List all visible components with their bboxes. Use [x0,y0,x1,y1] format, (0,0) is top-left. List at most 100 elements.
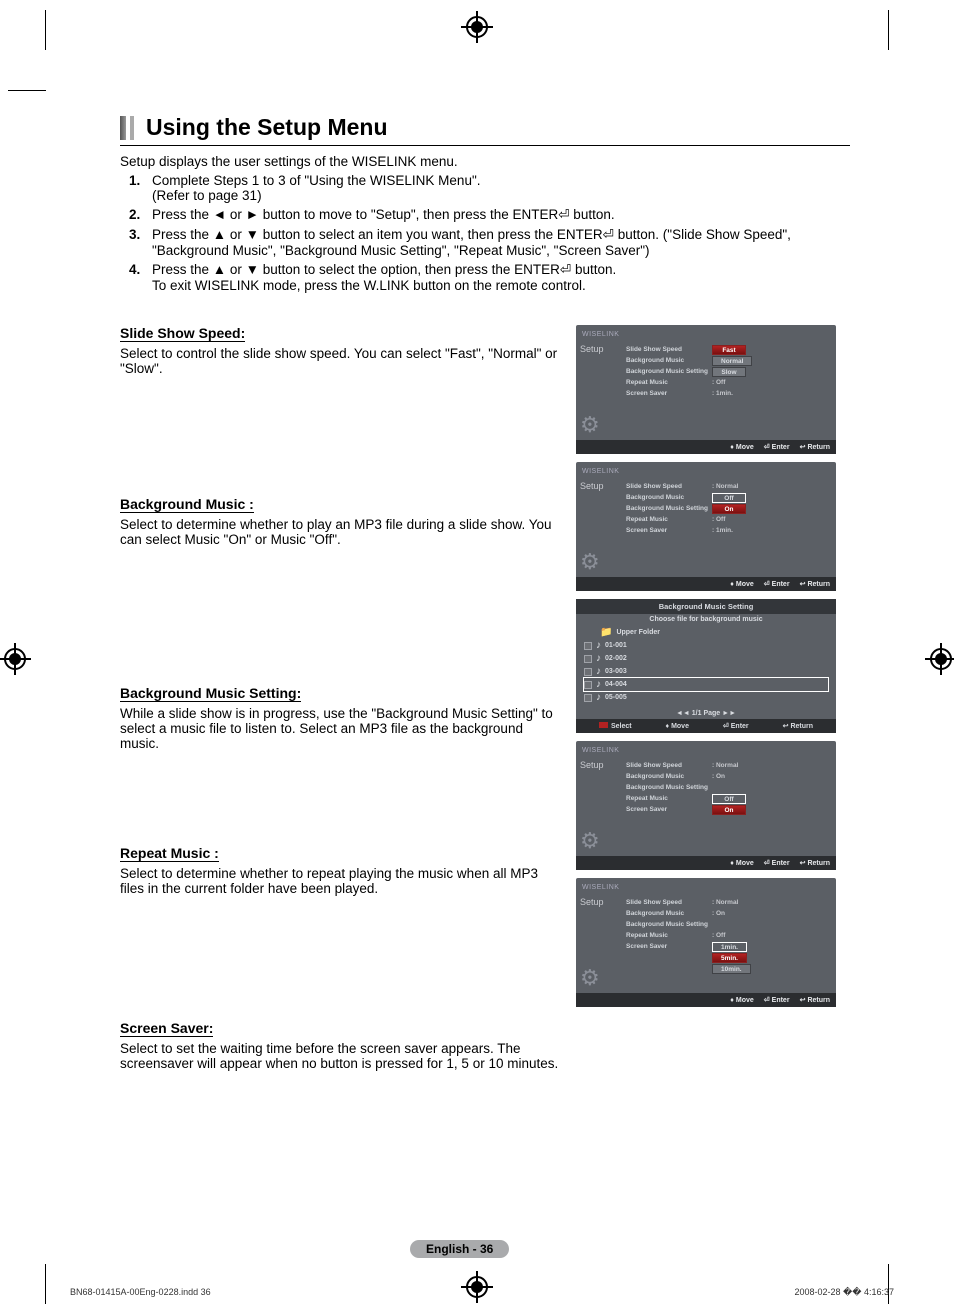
option-fast: Fast [712,345,746,355]
return-icon: ↩ [800,996,806,1004]
bgm-file-row-selected: ♪04-004 [584,678,828,691]
gear-icon: ⚙ [580,551,618,573]
updown-icon: ♦ [730,581,734,588]
option-10min: 10min. [712,964,751,974]
gear-icon: ⚙ [580,967,618,989]
foot-move: ♦Move [730,443,753,451]
folder-icon: 📁 [600,627,612,638]
menu-label: Repeat Music [626,379,708,386]
option-slow: Slow [712,367,746,377]
registration-mark-icon [466,16,488,38]
foot-move: ♦Move [730,580,753,588]
subsection-body: Select to set the waiting time before th… [120,1041,560,1071]
subsection-body: While a slide show is in progress, use t… [120,706,560,751]
menu-label: Background Music Setting [626,368,708,375]
menu-label: Screen Saver [626,806,708,813]
option-1min: 1min. [712,942,747,952]
menu-label: Background Music [626,773,708,780]
step-text: Complete Steps 1 to 3 of "Using the WISE… [152,173,481,188]
bgm-title: Background Music Setting [576,599,836,614]
tv-screenshot-bgm-setting: Background Music Setting Choose file for… [576,599,836,733]
enter-icon: ⏎ [764,443,770,451]
foot-enter: ⏎Enter [723,722,749,730]
subsection-body: Select to determine whether to play an M… [120,517,560,547]
menu-value: : On [712,773,725,780]
enter-icon: ⏎ [764,580,770,588]
step-item: Complete Steps 1 to 3 of "Using the WISE… [144,173,850,203]
side-setup-label: Setup [580,897,618,907]
menu-label: Repeat Music [626,795,708,802]
option-normal: Normal [712,356,752,366]
bgm-subtitle: Choose file for background music [576,614,836,626]
page-number-badge: English - 36 [410,1240,509,1258]
music-note-icon: ♪ [596,666,601,677]
tv-screenshot-screensaver: WISELINK Setup ⚙ Slide Show Speed: Norma… [576,878,836,1007]
return-icon: ↩ [783,722,789,730]
decor-bar [130,116,134,140]
menu-label: Screen Saver [626,390,708,397]
brand-label: WISELINK [576,745,836,756]
tv-screenshot-slideshow: WISELINK Setup ⚙ Slide Show SpeedFast Ba… [576,325,836,454]
bgm-file-row: ♪01-001 [584,639,828,652]
foot-enter: ⏎Enter [764,443,790,451]
return-icon: ↩ [800,443,806,451]
footer-filename: BN68-01415A-00Eng-0228.indd 36 [70,1287,211,1298]
menu-value: : Off [712,379,725,386]
section-header: Using the Setup Menu [120,114,850,146]
checkbox-icon [584,668,592,676]
registration-mark-icon [4,648,26,670]
menu-value: : Off [712,932,725,939]
subsection-title: Screen Saver: [120,1020,213,1037]
menu-value: : Off [712,516,725,523]
foot-enter: ⏎Enter [764,580,790,588]
registration-mark-icon [930,648,952,670]
enter-icon: ⏎ [764,996,770,1004]
enter-icon: ⏎ [723,722,729,730]
checkbox-icon [584,694,592,702]
return-icon: ↩ [800,580,806,588]
crop-mark [8,90,46,91]
foot-return: ↩Return [800,996,830,1004]
menu-label: Background Music [626,910,708,917]
gear-icon: ⚙ [580,830,618,852]
menu-value: : 1min. [712,390,733,397]
bgm-file-row: ♪05-005 [584,691,828,704]
menu-label: Repeat Music [626,932,708,939]
return-icon: ↩ [800,859,806,867]
menu-value: : On [712,910,725,917]
option-on: On [712,805,746,815]
menu-value: : Normal [712,899,738,906]
foot-enter: ⏎Enter [764,859,790,867]
bgm-page-indicator: ◄◄ 1/1 Page ►► [576,708,836,719]
tv-screenshot-bgmusic: WISELINK Setup ⚙ Slide Show Speed: Norma… [576,462,836,591]
menu-label: Screen Saver [626,943,708,950]
updown-icon: ♦ [665,723,669,730]
checkbox-icon [584,655,592,663]
foot-move: ♦Move [730,859,753,867]
subsection-title: Slide Show Speed: [120,325,245,342]
step-text: Press the ◄ or ► button to move to "Setu… [152,207,615,222]
menu-label: Screen Saver [626,527,708,534]
updown-icon: ♦ [730,860,734,867]
subsection-title: Background Music : [120,496,254,513]
music-note-icon: ♪ [596,679,601,690]
enter-icon: ⏎ [764,859,770,867]
menu-label: Background Music [626,357,708,364]
foot-move: ♦Move [665,722,688,730]
foot-move: ♦Move [730,996,753,1004]
subsection-title: Repeat Music : [120,845,219,862]
menu-label: Background Music Setting [626,784,708,791]
tv-screenshot-repeat: WISELINK Setup ⚙ Slide Show Speed: Norma… [576,741,836,870]
foot-enter: ⏎Enter [764,996,790,1004]
crop-mark [45,10,46,50]
menu-label: Slide Show Speed [626,762,708,769]
crop-mark [888,1264,889,1304]
step-subtext: (Refer to page 31) [152,188,850,203]
music-note-icon: ♪ [596,692,601,703]
red-button-icon [599,722,608,728]
option-on: On [712,504,746,514]
step-subtext: To exit WISELINK mode, press the W.LINK … [152,278,850,293]
menu-label: Slide Show Speed [626,483,708,490]
menu-value: : 1min. [712,527,733,534]
bgm-file-row: ♪03-003 [584,665,828,678]
